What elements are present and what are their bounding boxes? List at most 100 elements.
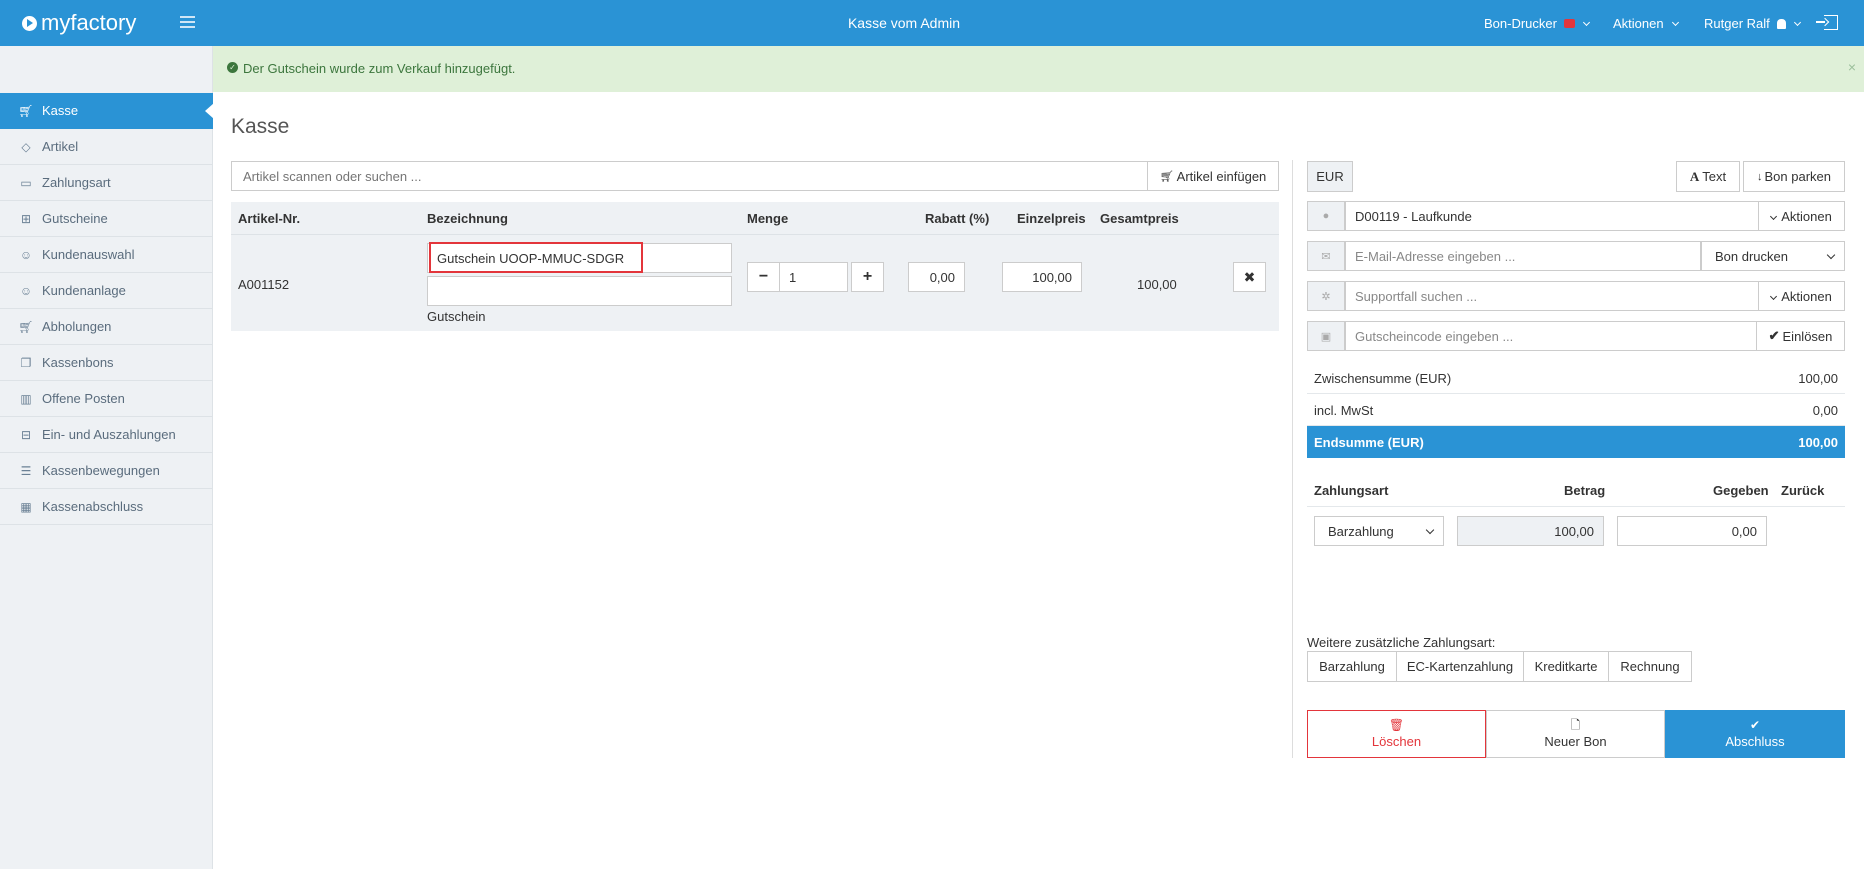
gear-icon: ✲ — [1307, 281, 1345, 311]
sidebar-item-offene-posten[interactable]: ▥ Offene Posten — [0, 381, 213, 417]
finish-button[interactable]: ✔ Abschluss — [1665, 710, 1845, 758]
subtotal-label: Zwischensumme (EUR) — [1314, 371, 1452, 386]
total-price: 100,00 — [1137, 277, 1177, 292]
sidebar-item-kassenbons[interactable]: ❐ Kassenbons — [0, 345, 213, 381]
panel-divider — [1292, 160, 1293, 758]
highlight-box — [429, 242, 643, 273]
cart-icon: 🛒︎ — [18, 103, 34, 118]
sidebar-item-abholungen[interactable]: 🛒︎ Abholungen — [0, 309, 213, 345]
logout-icon[interactable] — [1816, 15, 1838, 30]
extra-rechnung-button[interactable]: Rechnung — [1608, 651, 1692, 682]
park-receipt-button[interactable]: ↓ Bon parken — [1743, 161, 1845, 192]
sidebar-item-ein-auszahlungen[interactable]: ⊟ Ein- und Auszahlungen — [0, 417, 213, 453]
success-alert: ✓ Der Gutschein wurde zum Verkauf hinzug… — [213, 46, 1864, 92]
customer-actions-button[interactable]: Aktionen — [1758, 201, 1845, 231]
user-plus-icon: ☺ — [19, 283, 33, 298]
gift-icon: ▣ — [1307, 321, 1345, 351]
check-icon: ✔ — [1768, 328, 1780, 343]
payment-change-header: Zurück — [1781, 483, 1825, 498]
delete-row-button[interactable]: ✖ — [1233, 262, 1266, 292]
sidebar-item-kundenanlage[interactable]: ☺ Kundenanlage — [0, 273, 213, 309]
payment-given-input[interactable]: 0,00 — [1617, 516, 1767, 546]
col-gesamtpreis: Gesamtpreis — [1100, 211, 1179, 226]
extra-kreditkarte-button[interactable]: Kreditkarte — [1523, 651, 1609, 682]
customer-field[interactable]: D00119 - Laufkunde — [1345, 201, 1759, 231]
text-button[interactable]: A Text — [1676, 161, 1740, 192]
total-value: 100,00 — [1798, 435, 1838, 450]
subtotal-row: Zwischensumme (EUR) 100,00 — [1307, 362, 1845, 394]
check-circle-icon: ✓ — [227, 62, 238, 73]
extra-ec-karte-button[interactable]: EC-Kartenzahlung — [1396, 651, 1524, 682]
payment-amount-header: Betrag — [1564, 483, 1606, 498]
chevron-down-icon — [1425, 525, 1435, 535]
payment-method-select[interactable]: Barzahlung — [1314, 516, 1444, 546]
bon-printer-menu[interactable]: Bon-Drucker — [1484, 16, 1591, 31]
gift-icon: ⊞ — [20, 211, 32, 226]
minus-icon: − — [758, 268, 769, 285]
document-icon: 🗋︎ — [1570, 718, 1581, 732]
payment-given-header: Gegeben — [1713, 483, 1769, 498]
sidebar-item-gutscheine[interactable]: ⊞ Gutscheine — [0, 201, 213, 237]
sidebar-item-kassenabschluss[interactable]: ▦ Kassenabschluss — [0, 489, 213, 525]
minus-button[interactable]: − — [747, 262, 780, 292]
col-menge: Menge — [747, 211, 789, 226]
font-icon: A — [1689, 168, 1700, 184]
user-icon — [1776, 18, 1786, 29]
trash-icon: 🗑︎ — [1388, 718, 1405, 732]
subtotal-value: 100,00 — [1798, 371, 1838, 386]
currency-button[interactable]: EUR — [1307, 161, 1353, 192]
payment-method-header: Zahlungsart — [1314, 483, 1389, 498]
cart-pickup-icon: 🛒︎ — [18, 319, 34, 334]
user-menu[interactable]: Rutger Ralf — [1704, 16, 1801, 31]
delete-receipt-button[interactable]: 🗑︎ Löschen — [1307, 710, 1486, 758]
alert-message: Der Gutschein wurde zum Verkauf hinzugef… — [243, 61, 516, 76]
chevron-down-icon — [1793, 18, 1801, 26]
col-rabatt: Rabatt (%) — [925, 211, 990, 226]
printer-icon — [1563, 19, 1575, 28]
col-artikel-nr: Artikel-Nr. — [238, 211, 301, 226]
article-search-input[interactable] — [231, 161, 1148, 191]
tax-label: incl. MwSt — [1314, 403, 1374, 418]
voucher-code-field[interactable]: Gutscheincode eingeben ... — [1345, 321, 1757, 351]
plus-icon: + — [862, 268, 873, 285]
book-icon: ▥ — [20, 391, 32, 406]
close-icon[interactable]: × — [1848, 59, 1856, 75]
new-receipt-button[interactable]: 🗋︎ Neuer Bon — [1486, 710, 1665, 758]
article-number: A001152 — [238, 277, 290, 292]
article-table-header: Artikel-Nr. Bezeichnung Menge Rabatt (%)… — [231, 202, 1279, 234]
chevron-down-icon — [1671, 18, 1679, 26]
check-icon: ✔ — [1749, 718, 1761, 732]
extra-barzahlung-button[interactable]: Barzahlung — [1307, 651, 1397, 682]
quantity-input[interactable]: 1 — [779, 262, 848, 292]
insert-article-button[interactable]: 🛒︎ Artikel einfügen — [1147, 161, 1279, 191]
plus-button[interactable]: + — [851, 262, 884, 292]
payment-amount-field: 100,00 — [1457, 516, 1604, 546]
chevron-down-icon — [1826, 250, 1836, 260]
support-case-field[interactable]: Supportfall suchen ... — [1345, 281, 1759, 311]
tax-value: 0,00 — [1812, 403, 1838, 418]
users-icon: ☺ — [19, 247, 33, 262]
sidebar-item-kassenbewegungen[interactable]: ☰ Kassenbewegungen — [0, 453, 213, 489]
sidebar-item-artikel[interactable]: ◇ Artikel — [0, 129, 213, 165]
print-receipt-select[interactable]: Bon drucken — [1701, 241, 1845, 271]
sidebar-item-zahlungsart[interactable]: ▭ Zahlungsart — [0, 165, 213, 201]
redeem-button[interactable]: ✔ Einlösen — [1756, 321, 1845, 351]
payment-header-divider — [1307, 506, 1845, 507]
sidebar-item-kasse[interactable]: 🛒︎ Kasse — [0, 93, 214, 129]
article-description-input[interactable] — [427, 276, 732, 306]
inbox-icon: ⊟ — [20, 427, 32, 442]
unit-price-input[interactable]: 100,00 — [1002, 262, 1082, 292]
sidebar-item-kundenauswahl[interactable]: ☺ Kundenauswahl — [0, 237, 213, 273]
list-icon: ☰ — [20, 463, 32, 478]
wallet-icon: ▭ — [20, 175, 32, 190]
receipts-icon: ❐ — [20, 355, 32, 370]
support-actions-button[interactable]: Aktionen — [1758, 281, 1845, 311]
extra-payment-label: Weitere zusätzliche Zahlungsart: — [1307, 635, 1496, 650]
email-field[interactable]: E-Mail-Adresse eingeben ... — [1345, 241, 1701, 271]
actions-menu[interactable]: Aktionen — [1613, 16, 1679, 31]
discount-input[interactable]: 0,00 — [908, 262, 965, 292]
chevron-down-icon — [1770, 212, 1778, 220]
article-type: Gutschein — [427, 309, 486, 324]
total-row: Endsumme (EUR) 100,00 — [1307, 426, 1845, 458]
cart-plus-icon: 🛒︎ — [1159, 170, 1174, 183]
